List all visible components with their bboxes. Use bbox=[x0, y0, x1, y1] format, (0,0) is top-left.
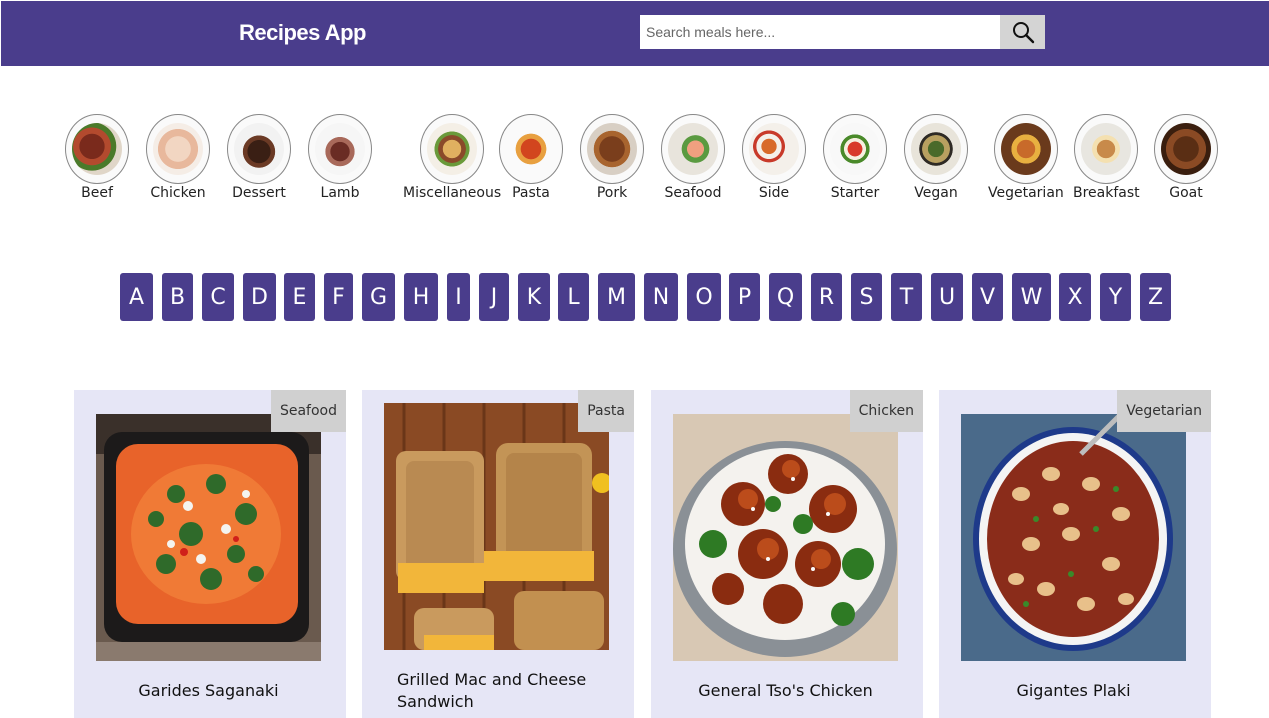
letter-s[interactable]: S bbox=[851, 273, 882, 321]
category-label: Starter bbox=[830, 185, 880, 201]
meal-image bbox=[673, 414, 898, 661]
category-label: Pork bbox=[596, 185, 628, 201]
letter-v[interactable]: V bbox=[972, 273, 1003, 321]
category-label: Vegetarian bbox=[988, 185, 1064, 201]
letter-g[interactable]: G bbox=[362, 273, 395, 321]
meal-image bbox=[96, 414, 321, 661]
category-badge: Chicken bbox=[849, 390, 923, 432]
meal-title: Gigantes Plaki bbox=[1016, 681, 1131, 700]
letter-y[interactable]: Y bbox=[1100, 273, 1131, 321]
category-badge: Seafood bbox=[270, 390, 346, 432]
letter-k[interactable]: K bbox=[518, 273, 550, 321]
category-label: Pasta bbox=[512, 185, 550, 201]
letter-i[interactable]: I bbox=[447, 273, 470, 321]
breakfast-image bbox=[1074, 114, 1139, 184]
letter-q[interactable]: Q bbox=[769, 273, 802, 321]
category-label: Seafood bbox=[664, 185, 722, 201]
category-vegetarian[interactable]: Vegetarian bbox=[988, 114, 1064, 201]
letter-u[interactable]: U bbox=[931, 273, 963, 321]
category-pasta[interactable]: Pasta bbox=[499, 114, 563, 201]
category-breakfast[interactable]: Breakfast bbox=[1073, 114, 1140, 201]
category-badge: Vegetarian bbox=[1117, 390, 1211, 432]
category-label: Breakfast bbox=[1073, 185, 1140, 201]
side-image bbox=[742, 114, 806, 184]
miscellaneous-image bbox=[420, 114, 485, 184]
search-input[interactable] bbox=[640, 15, 1000, 49]
category-list: Beef Chicken Dessert Lamb Miscellaneous … bbox=[0, 114, 1269, 209]
category-label: Vegan bbox=[914, 185, 958, 201]
letter-p[interactable]: P bbox=[729, 273, 760, 321]
letter-d[interactable]: D bbox=[243, 273, 276, 321]
category-label: Chicken bbox=[150, 185, 206, 201]
meal-image bbox=[384, 403, 609, 650]
category-beef[interactable]: Beef bbox=[65, 114, 129, 201]
meal-title: Garides Saganaki bbox=[138, 681, 279, 700]
category-lamb[interactable]: Lamb bbox=[308, 114, 372, 201]
category-label: Goat bbox=[1169, 185, 1203, 201]
category-label: Lamb bbox=[320, 185, 360, 201]
search-icon bbox=[1012, 22, 1034, 44]
app-header: Recipes App bbox=[1, 1, 1269, 66]
pork-image bbox=[580, 114, 644, 184]
pasta-image bbox=[499, 114, 563, 184]
category-label: Dessert bbox=[232, 185, 286, 201]
letter-r[interactable]: R bbox=[811, 273, 842, 321]
vegetarian-image bbox=[993, 114, 1058, 184]
letter-o[interactable]: O bbox=[687, 273, 721, 321]
meal-title: Grilled Mac and Cheese Sandwich bbox=[397, 670, 587, 711]
search-button[interactable] bbox=[1000, 15, 1045, 49]
alphabet-filter: A B C D E F G H I J K L M N O P Q R S T … bbox=[0, 273, 1269, 322]
letter-j[interactable]: J bbox=[479, 273, 509, 321]
letter-l[interactable]: L bbox=[558, 273, 589, 321]
app-title: Recipes App bbox=[239, 20, 366, 45]
category-badge: Pasta bbox=[578, 390, 634, 432]
category-label: Side bbox=[758, 185, 790, 201]
category-label: Beef bbox=[81, 185, 113, 201]
category-vegan[interactable]: Vegan bbox=[904, 114, 968, 201]
letter-h[interactable]: H bbox=[404, 273, 438, 321]
lamb-image bbox=[308, 114, 372, 184]
category-starter[interactable]: Starter bbox=[823, 114, 887, 201]
letter-z[interactable]: Z bbox=[1140, 273, 1171, 321]
starter-image bbox=[823, 114, 887, 184]
vegan-image bbox=[904, 114, 968, 184]
letter-b[interactable]: B bbox=[162, 273, 193, 321]
category-seafood[interactable]: Seafood bbox=[661, 114, 725, 201]
category-miscellaneous[interactable]: Miscellaneous bbox=[403, 114, 501, 201]
letter-x[interactable]: X bbox=[1059, 273, 1091, 321]
category-pork[interactable]: Pork bbox=[580, 114, 644, 201]
meal-card[interactable]: Chicken General Tso's Chicken bbox=[651, 390, 923, 718]
letter-m[interactable]: M bbox=[598, 273, 635, 321]
letter-n[interactable]: N bbox=[644, 273, 678, 321]
meal-title: General Tso's Chicken bbox=[698, 681, 873, 700]
dessert-image bbox=[227, 114, 291, 184]
category-goat[interactable]: Goat bbox=[1154, 114, 1218, 201]
category-label: Miscellaneous bbox=[403, 185, 502, 201]
letter-e[interactable]: E bbox=[284, 273, 315, 321]
letter-t[interactable]: T bbox=[891, 273, 922, 321]
letter-f[interactable]: F bbox=[324, 273, 353, 321]
meal-image bbox=[961, 414, 1186, 661]
meal-card[interactable]: Seafood Garides Saganaki bbox=[74, 390, 346, 718]
category-side[interactable]: Side bbox=[742, 114, 806, 201]
letter-w[interactable]: W bbox=[1012, 273, 1051, 321]
category-chicken[interactable]: Chicken bbox=[146, 114, 210, 201]
meal-card[interactable]: Vegetarian Gigantes Plaki bbox=[939, 390, 1211, 718]
chicken-image bbox=[146, 114, 210, 184]
seafood-image bbox=[661, 114, 725, 184]
goat-image bbox=[1154, 114, 1218, 184]
category-dessert[interactable]: Dessert bbox=[227, 114, 291, 201]
letter-c[interactable]: C bbox=[202, 273, 234, 321]
beef-image bbox=[65, 114, 129, 184]
letter-a[interactable]: A bbox=[120, 273, 153, 321]
meal-card[interactable]: Pasta Grilled Mac and Cheese Sandwich bbox=[362, 390, 634, 718]
